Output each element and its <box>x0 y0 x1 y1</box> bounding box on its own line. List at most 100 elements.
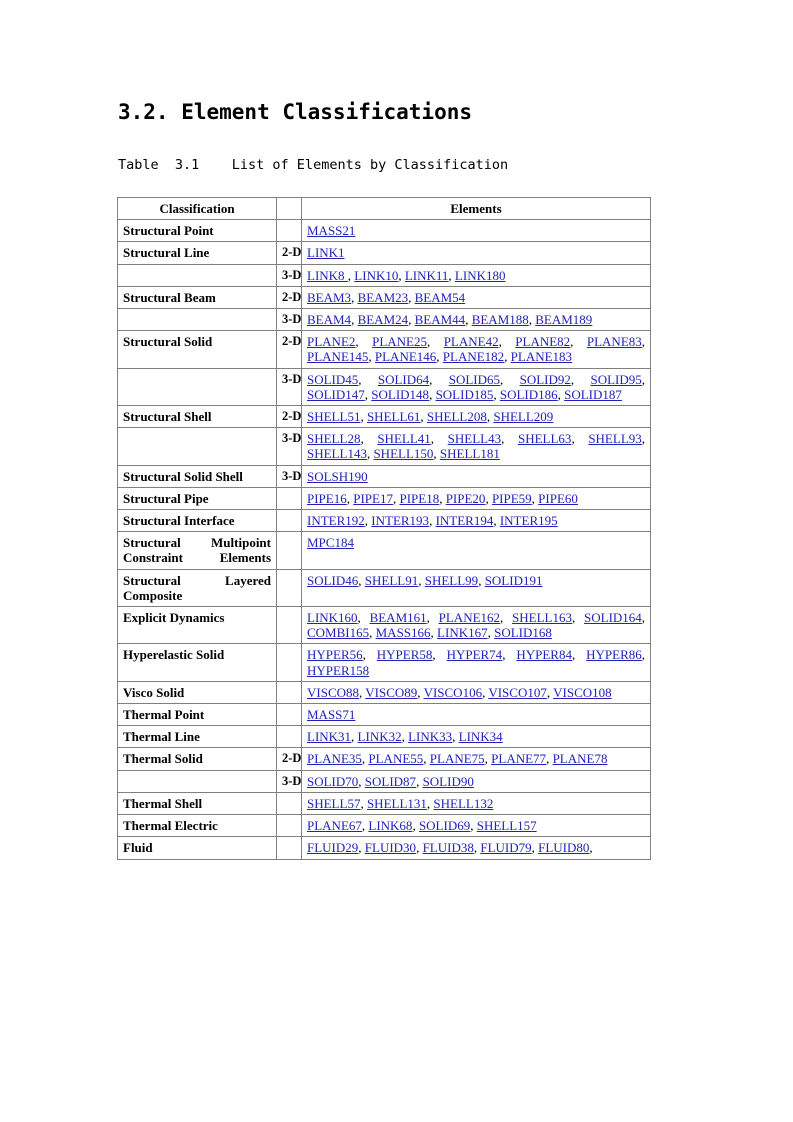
element-link[interactable]: SOLID45 <box>307 372 358 387</box>
element-link[interactable]: PIPE17 <box>353 491 393 506</box>
element-link[interactable]: SHELL57 <box>307 796 360 811</box>
element-link[interactable]: VISCO88 <box>307 685 359 700</box>
element-link[interactable]: SHELL28 <box>307 431 360 446</box>
element-link[interactable]: SOLID64 <box>378 372 429 387</box>
element-link[interactable]: PLANE183 <box>511 349 572 364</box>
element-link[interactable]: HYPER58 <box>377 647 433 662</box>
element-link[interactable]: INTER192 <box>307 513 365 528</box>
element-link[interactable]: FLUID38 <box>423 840 474 855</box>
element-link[interactable]: PIPE60 <box>538 491 578 506</box>
element-link[interactable]: PLANE42 <box>444 334 499 349</box>
element-link[interactable]: VISCO106 <box>424 685 483 700</box>
element-link[interactable]: MASS21 <box>307 223 355 238</box>
element-link[interactable]: LINK32 <box>358 729 402 744</box>
element-link[interactable]: SHELL132 <box>433 796 493 811</box>
element-link[interactable]: PLANE25 <box>372 334 427 349</box>
element-link[interactable]: SHELL41 <box>377 431 430 446</box>
element-link[interactable]: PLANE35 <box>307 751 362 766</box>
element-link[interactable]: SHELL93 <box>588 431 641 446</box>
element-link[interactable]: SHELL99 <box>425 573 478 588</box>
element-link[interactable]: INTER193 <box>371 513 429 528</box>
element-link[interactable]: SOLID70 <box>307 774 358 789</box>
element-link[interactable]: HYPER158 <box>307 663 369 678</box>
element-link[interactable]: VISCO89 <box>365 685 417 700</box>
element-link[interactable]: HYPER56 <box>307 647 363 662</box>
element-link[interactable]: SHELL61 <box>367 409 420 424</box>
element-link[interactable]: SOLID90 <box>423 774 474 789</box>
element-link[interactable]: FLUID79 <box>480 840 531 855</box>
element-link[interactable]: SOLID147 <box>307 387 365 402</box>
element-link[interactable]: BEAM54 <box>415 290 466 305</box>
element-link[interactable]: SHELL51 <box>307 409 360 424</box>
element-link[interactable]: PIPE20 <box>446 491 486 506</box>
element-link[interactable]: LINK180 <box>455 268 506 283</box>
element-link[interactable]: SOLID164 <box>584 610 642 625</box>
element-link[interactable]: BEAM188 <box>472 312 529 327</box>
element-link[interactable]: PLANE146 <box>375 349 436 364</box>
element-link[interactable]: SOLID186 <box>500 387 558 402</box>
element-link[interactable]: INTER195 <box>500 513 558 528</box>
element-link[interactable]: LINK34 <box>459 729 503 744</box>
element-link[interactable]: BEAM44 <box>415 312 466 327</box>
element-link[interactable]: SOLID191 <box>485 573 543 588</box>
element-link[interactable]: SHELL209 <box>493 409 553 424</box>
element-link[interactable]: BEAM189 <box>535 312 592 327</box>
element-link[interactable]: PIPE18 <box>399 491 439 506</box>
element-link[interactable]: SHELL157 <box>477 818 537 833</box>
element-link[interactable]: LINK33 <box>408 729 452 744</box>
element-link[interactable]: SHELL63 <box>518 431 571 446</box>
element-link[interactable]: HYPER84 <box>516 647 572 662</box>
element-link[interactable]: SOLID95 <box>591 372 642 387</box>
element-link[interactable]: SHELL181 <box>440 446 500 461</box>
element-link[interactable]: BEAM3 <box>307 290 351 305</box>
element-link[interactable]: INTER194 <box>436 513 494 528</box>
element-link[interactable]: SOLID65 <box>449 372 500 387</box>
element-link[interactable]: MASS166 <box>376 625 431 640</box>
element-link[interactable]: PLANE145 <box>307 349 368 364</box>
element-link[interactable]: LINK11 <box>405 268 449 283</box>
element-link[interactable]: PLANE2 <box>307 334 355 349</box>
element-link[interactable]: SHELL131 <box>367 796 427 811</box>
element-link[interactable]: HYPER74 <box>447 647 503 662</box>
element-link[interactable]: SOLID92 <box>520 372 571 387</box>
element-link[interactable]: SHELL150 <box>373 446 433 461</box>
element-link[interactable]: PLANE182 <box>443 349 504 364</box>
element-link[interactable]: LINK8 <box>307 268 348 283</box>
element-link[interactable]: MASS71 <box>307 707 355 722</box>
element-link[interactable]: SOLID87 <box>365 774 416 789</box>
element-link[interactable]: SOLID46 <box>307 573 358 588</box>
element-link[interactable]: PIPE16 <box>307 491 347 506</box>
element-link[interactable]: LINK1 <box>307 245 345 260</box>
element-link[interactable]: LINK10 <box>354 268 398 283</box>
element-link[interactable]: BEAM23 <box>358 290 409 305</box>
element-link[interactable]: SOLID168 <box>494 625 552 640</box>
element-link[interactable]: VISCO108 <box>553 685 612 700</box>
element-link[interactable]: SOLID148 <box>371 387 429 402</box>
element-link[interactable]: SHELL43 <box>448 431 501 446</box>
element-link[interactable]: FLUID29 <box>307 840 358 855</box>
element-link[interactable]: SHELL143 <box>307 446 367 461</box>
element-link[interactable]: SOLID187 <box>564 387 622 402</box>
element-link[interactable]: PLANE82 <box>515 334 570 349</box>
element-link[interactable]: LINK31 <box>307 729 351 744</box>
element-link[interactable]: SOLID69 <box>419 818 470 833</box>
element-link[interactable]: FLUID80 <box>538 840 589 855</box>
element-link[interactable]: LINK160 <box>307 610 358 625</box>
element-link[interactable]: PLANE67 <box>307 818 362 833</box>
element-link[interactable]: SOLSH190 <box>307 469 368 484</box>
element-link[interactable]: PLANE75 <box>430 751 485 766</box>
element-link[interactable]: VISCO107 <box>488 685 547 700</box>
element-link[interactable]: SHELL208 <box>427 409 487 424</box>
element-link[interactable]: SHELL91 <box>365 573 418 588</box>
element-link[interactable]: BEAM4 <box>307 312 351 327</box>
element-link[interactable]: HYPER86 <box>586 647 642 662</box>
element-link[interactable]: SHELL163 <box>512 610 572 625</box>
element-link[interactable]: LINK68 <box>368 818 412 833</box>
element-link[interactable]: PLANE78 <box>553 751 608 766</box>
element-link[interactable]: BEAM161 <box>370 610 427 625</box>
element-link[interactable]: PLANE77 <box>491 751 546 766</box>
element-link[interactable]: PIPE59 <box>492 491 532 506</box>
element-link[interactable]: FLUID30 <box>365 840 416 855</box>
element-link[interactable]: PLANE55 <box>368 751 423 766</box>
element-link[interactable]: MPC184 <box>307 535 354 550</box>
